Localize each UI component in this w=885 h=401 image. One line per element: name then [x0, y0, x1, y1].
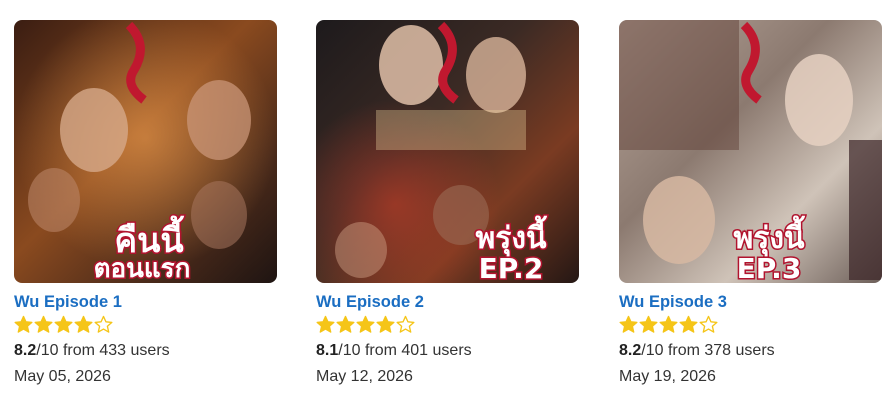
star-icon [659, 315, 678, 333]
rating-value: 8.1 [316, 342, 339, 359]
rating-text: 8.2/10 from 433 users [14, 341, 277, 361]
star-outline-icon [699, 315, 718, 333]
star-icon [619, 315, 638, 333]
poster-title-line1: พรุ่งนี้ [733, 215, 805, 257]
episode-card-1[interactable]: คืนนี้ ตอนแรก Wu Episode 1 8.2/10 from 4… [14, 20, 277, 387]
star-icon [74, 315, 93, 333]
rating-details: /10 from 433 users [36, 342, 170, 359]
poster-title-line2: ตอนแรก [94, 254, 191, 283]
star-icon [679, 315, 698, 333]
poster-title-line2: EP.3 [737, 252, 802, 283]
star-rating [619, 315, 882, 337]
episode-poster-1[interactable]: คืนนี้ ตอนแรก [14, 20, 277, 283]
rating-text: 8.1/10 from 401 users [316, 341, 579, 361]
star-outline-icon [94, 315, 113, 333]
rating-details: /10 from 378 users [641, 342, 775, 359]
star-icon [34, 315, 53, 333]
air-date: May 19, 2026 [619, 368, 716, 385]
air-date: May 05, 2026 [14, 368, 111, 385]
star-icon [54, 315, 73, 333]
rating-value: 8.2 [619, 342, 642, 359]
poster-title-line2: EP.2 [479, 252, 544, 283]
rating-value: 8.2 [14, 342, 37, 359]
episode-title-link[interactable]: Wu Episode 3 [619, 292, 882, 312]
episode-title-link[interactable]: Wu Episode 2 [316, 292, 579, 312]
star-icon [316, 315, 335, 333]
rating-details: /10 from 401 users [338, 342, 472, 359]
air-date: May 12, 2026 [316, 368, 413, 385]
poster-title-line1: พรุ่งนี้ [475, 215, 547, 257]
star-icon [356, 315, 375, 333]
star-icon [376, 315, 395, 333]
star-icon [336, 315, 355, 333]
star-icon [639, 315, 658, 333]
star-rating [14, 315, 277, 337]
episode-title-link[interactable]: Wu Episode 1 [14, 292, 277, 312]
episode-card-2[interactable]: พรุ่งนี้ EP.2 Wu Episode 2 8.1/10 from 4… [316, 20, 579, 387]
episode-poster-3[interactable]: พรุ่งนี้ EP.3 [619, 20, 882, 283]
star-outline-icon [396, 315, 415, 333]
star-icon [14, 315, 33, 333]
rating-text: 8.2/10 from 378 users [619, 341, 882, 361]
episode-card-3[interactable]: พรุ่งนี้ EP.3 Wu Episode 3 8.2/10 from 3… [619, 20, 882, 387]
episode-poster-2[interactable]: พรุ่งนี้ EP.2 [316, 20, 579, 283]
star-rating [316, 315, 579, 337]
